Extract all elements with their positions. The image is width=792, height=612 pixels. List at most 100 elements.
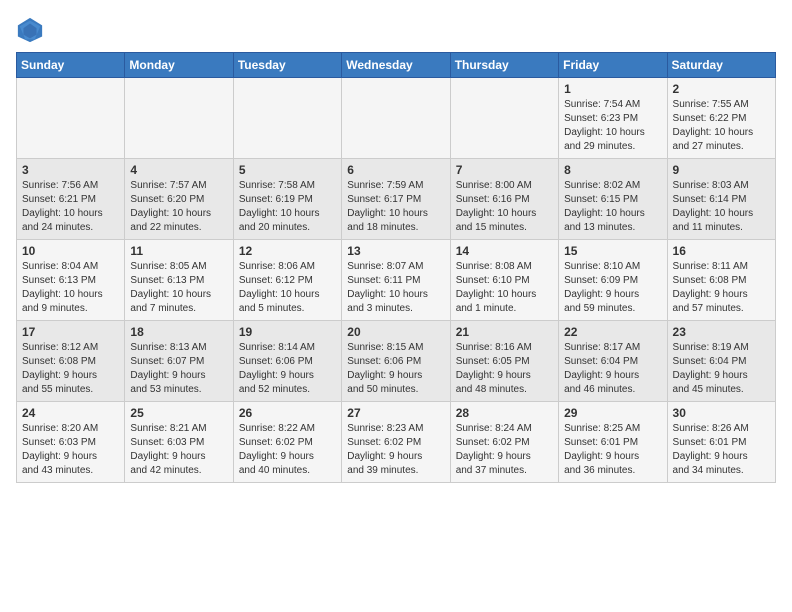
calendar-cell: 9 Sunrise: 8:03 AM Sunset: 6:14 PM Daylig… bbox=[667, 159, 775, 240]
day-info: Sunrise: 8:13 AM Sunset: 6:07 PM Dayligh… bbox=[130, 341, 227, 397]
day-number: 25 bbox=[130, 406, 227, 420]
calendar-cell: 27 Sunrise: 8:23 AM Sunset: 6:02 PM Dayli… bbox=[342, 402, 450, 483]
calendar-cell: 21Sunrise: 8:16 AM Sunset: 6:05 PM Dayli… bbox=[450, 321, 558, 402]
dow-sunday: Sunday bbox=[17, 53, 125, 78]
dow-tuesday: Tuesday bbox=[233, 53, 341, 78]
calendar-cell: 5 Sunrise: 7:58 AM Sunset: 6:19 PM Daylig… bbox=[233, 159, 341, 240]
day-number: 11 bbox=[130, 244, 227, 258]
day-number: 7 bbox=[456, 163, 553, 177]
day-info: Sunrise: 8:06 AM Sunset: 6:12 PM Dayligh… bbox=[239, 260, 336, 316]
day-info: Sunrise: 8:11 AM Sunset: 6:08 PM Dayligh… bbox=[673, 260, 770, 316]
day-number: 28 bbox=[456, 406, 553, 420]
calendar-cell: 7 Sunrise: 8:00 AM Sunset: 6:16 PM Daylig… bbox=[450, 159, 558, 240]
calendar-cell: 26 Sunrise: 8:22 AM Sunset: 6:02 PM Dayli… bbox=[233, 402, 341, 483]
calendar-week-3: 17 Sunrise: 8:12 AM Sunset: 6:08 PM Dayli… bbox=[17, 321, 776, 402]
day-info: Sunrise: 7:54 AM Sunset: 6:23 PM Dayligh… bbox=[564, 98, 661, 154]
calendar-cell: 24 Sunrise: 8:20 AM Sunset: 6:03 PM Dayli… bbox=[17, 402, 125, 483]
dow-friday: Friday bbox=[559, 53, 667, 78]
day-number: 23 bbox=[673, 325, 770, 339]
calendar-cell bbox=[17, 78, 125, 159]
day-info: Sunrise: 8:02 AM Sunset: 6:15 PM Dayligh… bbox=[564, 179, 661, 235]
day-info: Sunrise: 8:04 AM Sunset: 6:13 PM Dayligh… bbox=[22, 260, 119, 316]
day-number: 4 bbox=[130, 163, 227, 177]
calendar-cell: 3Sunrise: 7:56 AM Sunset: 6:21 PM Daylig… bbox=[17, 159, 125, 240]
calendar-cell: 19 Sunrise: 8:14 AM Sunset: 6:06 PM Dayli… bbox=[233, 321, 341, 402]
day-info: Sunrise: 8:26 AM Sunset: 6:01 PM Dayligh… bbox=[673, 422, 770, 478]
dow-thursday: Thursday bbox=[450, 53, 558, 78]
day-info: Sunrise: 8:17 AM Sunset: 6:04 PM Dayligh… bbox=[564, 341, 661, 397]
day-info: Sunrise: 8:25 AM Sunset: 6:01 PM Dayligh… bbox=[564, 422, 661, 478]
day-info: Sunrise: 8:23 AM Sunset: 6:02 PM Dayligh… bbox=[347, 422, 444, 478]
header bbox=[16, 16, 776, 44]
dow-wednesday: Wednesday bbox=[342, 53, 450, 78]
calendar-table: SundayMondayTuesdayWednesdayThursdayFrid… bbox=[16, 52, 776, 483]
day-info: Sunrise: 8:12 AM Sunset: 6:08 PM Dayligh… bbox=[22, 341, 119, 397]
calendar-cell: 18 Sunrise: 8:13 AM Sunset: 6:07 PM Dayli… bbox=[125, 321, 233, 402]
calendar-cell bbox=[233, 78, 341, 159]
day-info: Sunrise: 8:16 AM Sunset: 6:05 PM Dayligh… bbox=[456, 341, 553, 397]
calendar-cell: 16 Sunrise: 8:11 AM Sunset: 6:08 PM Dayli… bbox=[667, 240, 775, 321]
day-info: Sunrise: 8:14 AM Sunset: 6:06 PM Dayligh… bbox=[239, 341, 336, 397]
day-info: Sunrise: 8:21 AM Sunset: 6:03 PM Dayligh… bbox=[130, 422, 227, 478]
day-info: Sunrise: 8:22 AM Sunset: 6:02 PM Dayligh… bbox=[239, 422, 336, 478]
day-info: Sunrise: 8:00 AM Sunset: 6:16 PM Dayligh… bbox=[456, 179, 553, 235]
calendar-cell: 4Sunrise: 7:57 AM Sunset: 6:20 PM Daylig… bbox=[125, 159, 233, 240]
calendar-cell: 10 Sunrise: 8:04 AM Sunset: 6:13 PM Dayli… bbox=[17, 240, 125, 321]
day-number: 20 bbox=[347, 325, 444, 339]
day-info: Sunrise: 8:07 AM Sunset: 6:11 PM Dayligh… bbox=[347, 260, 444, 316]
day-info: Sunrise: 7:56 AM Sunset: 6:21 PM Dayligh… bbox=[22, 179, 119, 235]
day-number: 24 bbox=[22, 406, 119, 420]
dow-monday: Monday bbox=[125, 53, 233, 78]
calendar-week-4: 24 Sunrise: 8:20 AM Sunset: 6:03 PM Dayli… bbox=[17, 402, 776, 483]
day-info: Sunrise: 8:10 AM Sunset: 6:09 PM Dayligh… bbox=[564, 260, 661, 316]
calendar-body: 1 Sunrise: 7:54 AM Sunset: 6:23 PM Daylig… bbox=[17, 78, 776, 483]
calendar-cell: 15Sunrise: 8:10 AM Sunset: 6:09 PM Dayli… bbox=[559, 240, 667, 321]
calendar-cell: 20 Sunrise: 8:15 AM Sunset: 6:06 PM Dayli… bbox=[342, 321, 450, 402]
day-number: 12 bbox=[239, 244, 336, 258]
calendar-cell: 29 Sunrise: 8:25 AM Sunset: 6:01 PM Dayli… bbox=[559, 402, 667, 483]
day-number: 13 bbox=[347, 244, 444, 258]
day-number: 1 bbox=[564, 82, 661, 96]
logo bbox=[16, 16, 48, 44]
day-number: 30 bbox=[673, 406, 770, 420]
day-number: 6 bbox=[347, 163, 444, 177]
calendar-cell bbox=[450, 78, 558, 159]
day-info: Sunrise: 8:03 AM Sunset: 6:14 PM Dayligh… bbox=[673, 179, 770, 235]
calendar-cell: 11Sunrise: 8:05 AM Sunset: 6:13 PM Dayli… bbox=[125, 240, 233, 321]
dow-saturday: Saturday bbox=[667, 53, 775, 78]
day-info: Sunrise: 7:59 AM Sunset: 6:17 PM Dayligh… bbox=[347, 179, 444, 235]
day-number: 29 bbox=[564, 406, 661, 420]
day-info: Sunrise: 8:19 AM Sunset: 6:04 PM Dayligh… bbox=[673, 341, 770, 397]
calendar-cell: 17 Sunrise: 8:12 AM Sunset: 6:08 PM Dayli… bbox=[17, 321, 125, 402]
calendar-cell: 14Sunrise: 8:08 AM Sunset: 6:10 PM Dayli… bbox=[450, 240, 558, 321]
calendar-week-0: 1 Sunrise: 7:54 AM Sunset: 6:23 PM Daylig… bbox=[17, 78, 776, 159]
logo-icon bbox=[16, 16, 44, 44]
calendar-cell: 6 Sunrise: 7:59 AM Sunset: 6:17 PM Daylig… bbox=[342, 159, 450, 240]
day-number: 9 bbox=[673, 163, 770, 177]
day-number: 10 bbox=[22, 244, 119, 258]
calendar-cell: 30 Sunrise: 8:26 AM Sunset: 6:01 PM Dayli… bbox=[667, 402, 775, 483]
calendar-cell: 13 Sunrise: 8:07 AM Sunset: 6:11 PM Dayli… bbox=[342, 240, 450, 321]
day-number: 26 bbox=[239, 406, 336, 420]
calendar-cell: 8Sunrise: 8:02 AM Sunset: 6:15 PM Daylig… bbox=[559, 159, 667, 240]
day-info: Sunrise: 8:24 AM Sunset: 6:02 PM Dayligh… bbox=[456, 422, 553, 478]
day-number: 2 bbox=[673, 82, 770, 96]
day-info: Sunrise: 8:15 AM Sunset: 6:06 PM Dayligh… bbox=[347, 341, 444, 397]
calendar-cell bbox=[125, 78, 233, 159]
day-number: 17 bbox=[22, 325, 119, 339]
day-number: 18 bbox=[130, 325, 227, 339]
calendar-cell: 1 Sunrise: 7:54 AM Sunset: 6:23 PM Daylig… bbox=[559, 78, 667, 159]
calendar-cell: 22 Sunrise: 8:17 AM Sunset: 6:04 PM Dayli… bbox=[559, 321, 667, 402]
day-number: 16 bbox=[673, 244, 770, 258]
calendar-cell: 28 Sunrise: 8:24 AM Sunset: 6:02 PM Dayli… bbox=[450, 402, 558, 483]
day-number: 22 bbox=[564, 325, 661, 339]
day-info: Sunrise: 8:20 AM Sunset: 6:03 PM Dayligh… bbox=[22, 422, 119, 478]
calendar-cell bbox=[342, 78, 450, 159]
calendar-cell: 23 Sunrise: 8:19 AM Sunset: 6:04 PM Dayli… bbox=[667, 321, 775, 402]
days-of-week-header: SundayMondayTuesdayWednesdayThursdayFrid… bbox=[17, 53, 776, 78]
day-info: Sunrise: 7:58 AM Sunset: 6:19 PM Dayligh… bbox=[239, 179, 336, 235]
day-number: 5 bbox=[239, 163, 336, 177]
day-number: 19 bbox=[239, 325, 336, 339]
day-number: 27 bbox=[347, 406, 444, 420]
calendar-cell: 12 Sunrise: 8:06 AM Sunset: 6:12 PM Dayli… bbox=[233, 240, 341, 321]
